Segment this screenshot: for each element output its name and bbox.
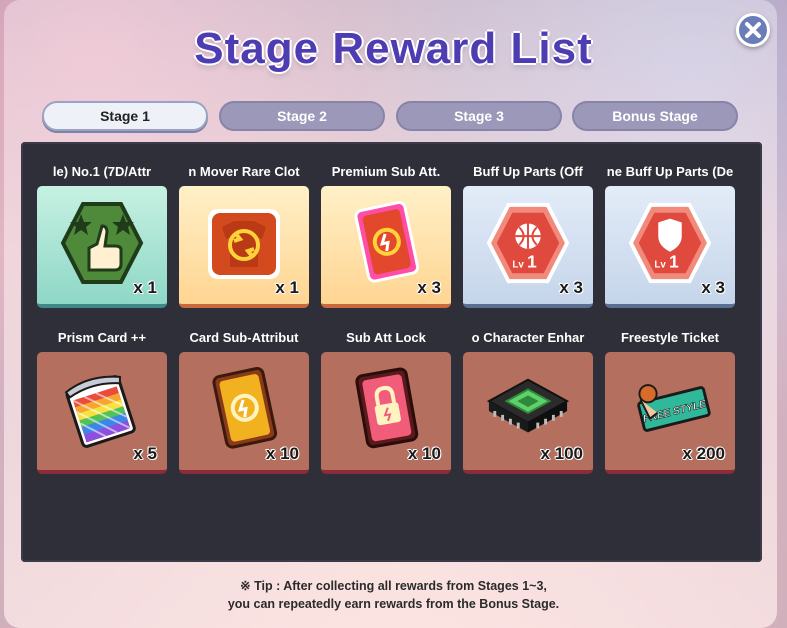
- reward-quantity: x 200: [682, 444, 725, 463]
- reward-name: o Character Enhar: [471, 330, 585, 345]
- reward-name: Card Sub-Attribut: [189, 330, 299, 345]
- basketball-buff-parts-icon: Lv 1: [486, 202, 570, 284]
- reward-card[interactable]: Premium Sub Att. x 3: [321, 158, 479, 310]
- shield-buff-parts-icon: Lv 1: [628, 202, 712, 284]
- page-title: Stage Reward List: [194, 24, 593, 73]
- tip-text: ※ Tip : After collecting all rewards fro…: [0, 577, 787, 613]
- reward-slot: x 100: [463, 352, 593, 474]
- reward-name: le) No.1 (7D/Attr: [52, 164, 152, 179]
- tab-stage-3[interactable]: Stage 3: [396, 101, 562, 131]
- tip-line-2: you can repeatedly earn rewards from the…: [227, 597, 560, 611]
- tab-bonus-stage[interactable]: Bonus Stage: [572, 101, 738, 131]
- reward-quantity: x 5: [133, 444, 157, 463]
- reward-slot: x 1: [37, 186, 167, 308]
- reward-name: Sub Att Lock: [346, 330, 426, 345]
- reward-quantity: x 100: [540, 444, 583, 463]
- reward-card[interactable]: Prism Card ++ x 5: [37, 324, 195, 476]
- close-icon: [745, 22, 761, 38]
- svg-text:Lv: Lv: [654, 259, 666, 270]
- svg-text:1: 1: [527, 251, 537, 271]
- reward-name: Prism Card ++: [57, 330, 147, 345]
- reward-card[interactable]: Freestyle Ticket FREE STYLE x 200: [605, 324, 763, 476]
- reward-slot: x 3: [321, 186, 451, 308]
- freestyle-ticket-icon: FREE STYLE: [637, 384, 711, 432]
- reward-card[interactable]: Sub Att Lock x 10: [321, 324, 479, 476]
- reward-quantity: x 3: [559, 278, 583, 297]
- reward-name: Freestyle Ticket: [620, 330, 720, 345]
- reward-card[interactable]: Buff Up Parts (Off Lv 1 x 3: [463, 158, 621, 310]
- thumbs-up-hexagon-icon: [60, 202, 144, 284]
- reward-quantity: x 1: [275, 278, 299, 297]
- outfit-swap-icon: [208, 209, 280, 279]
- sub-att-lock-icon: [355, 367, 419, 449]
- reward-slot: x 10: [321, 352, 451, 474]
- stage-tabs: Stage 1 Stage 2 Stage 3 Bonus Stage: [42, 101, 742, 133]
- svg-text:Lv: Lv: [512, 259, 524, 270]
- reward-card[interactable]: o Character Enhar x 100: [463, 324, 621, 476]
- reward-name: n Mover Rare Clot: [188, 164, 300, 179]
- tab-stage-1[interactable]: Stage 1: [42, 101, 208, 131]
- reward-slot: Lv 1 x 3: [463, 186, 593, 308]
- reward-quantity: x 3: [701, 278, 725, 297]
- reward-name: ne Buff Up Parts (De: [606, 164, 734, 179]
- reward-card[interactable]: Card Sub-Attribut x 10: [179, 324, 337, 476]
- svg-text:1: 1: [669, 251, 679, 271]
- reward-quantity: x 1: [133, 278, 157, 297]
- reward-name: Premium Sub Att.: [331, 164, 441, 179]
- reward-card[interactable]: le) No.1 (7D/Attr x 1: [37, 158, 195, 310]
- close-button[interactable]: [736, 13, 770, 47]
- sub-attribute-card-icon: [212, 367, 278, 449]
- premium-sub-att-card-icon: [354, 201, 420, 283]
- chip-icon: [486, 378, 570, 433]
- tab-stage-2[interactable]: Stage 2: [219, 101, 385, 131]
- reward-slot: x 10: [179, 352, 309, 474]
- reward-quantity: x 10: [407, 444, 441, 463]
- reward-slot: x 5: [37, 352, 167, 474]
- reward-quantity: x 3: [417, 278, 441, 297]
- tip-line-1: ※ Tip : After collecting all rewards fro…: [240, 579, 547, 593]
- reward-card[interactable]: ne Buff Up Parts (De Lv 1 x 3: [605, 158, 763, 310]
- reward-quantity: x 10: [265, 444, 299, 463]
- reward-name: Buff Up Parts (Off: [473, 164, 583, 179]
- reward-slot: x 1: [179, 186, 309, 308]
- reward-slot: Lv 1 x 3: [605, 186, 735, 308]
- reward-card[interactable]: n Mover Rare Clot x 1: [179, 158, 337, 310]
- prism-card-icon: [64, 375, 136, 448]
- reward-grid: le) No.1 (7D/Attr x 1 n Mover Rare Clot: [21, 142, 762, 562]
- reward-slot: FREE STYLE x 200: [605, 352, 735, 474]
